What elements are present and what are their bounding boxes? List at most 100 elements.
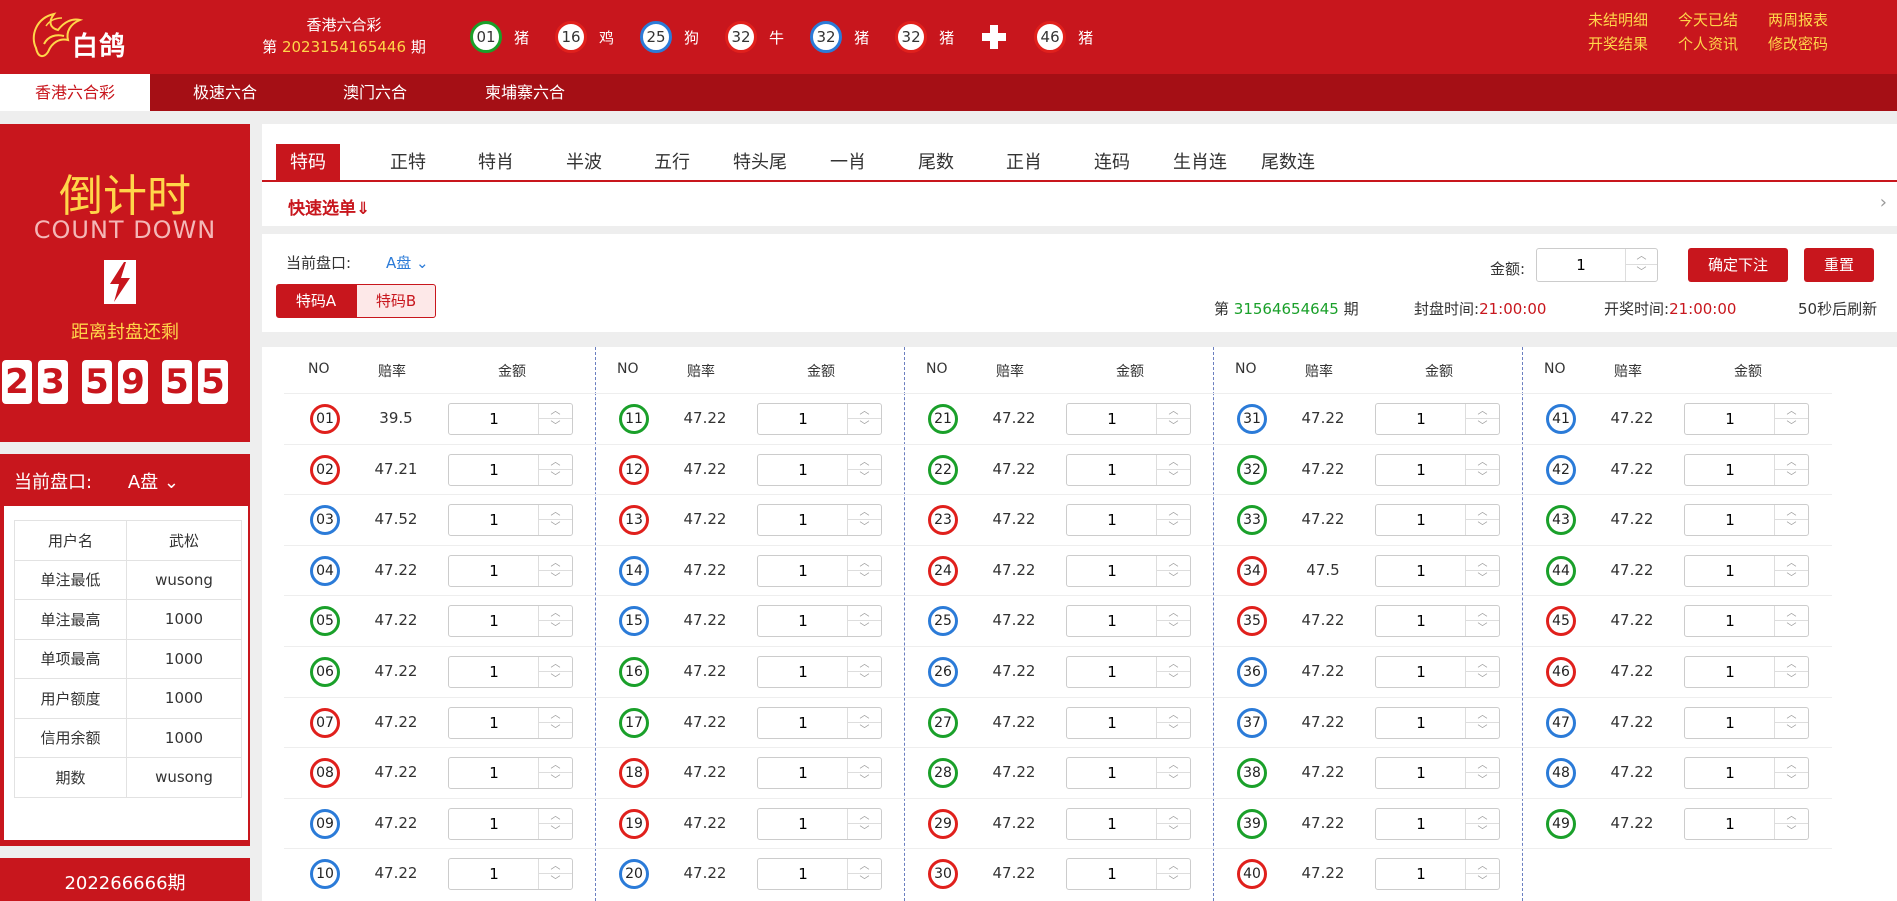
personal-info-link[interactable]: 个人资讯: [1678, 34, 1768, 54]
bet-amount-input[interactable]: [1067, 657, 1157, 687]
bet-amount-input[interactable]: [1376, 606, 1466, 637]
chevron-down-icon[interactable]: ﹀: [539, 874, 572, 889]
nav-speed-lottery[interactable]: 极速六合: [150, 74, 300, 111]
bet-amount-input[interactable]: [1067, 555, 1157, 586]
tab-bet-type[interactable]: 特肖: [452, 144, 540, 180]
chevron-up-icon[interactable]: ︿: [848, 455, 881, 470]
chevron-down-icon[interactable]: ﹀: [1157, 773, 1190, 788]
chevron-down-icon[interactable]: ﹀: [848, 723, 881, 738]
today-settled-link[interactable]: 今天已结: [1678, 10, 1768, 30]
tab-bet-type[interactable]: 正肖: [980, 144, 1068, 180]
chevron-down-icon[interactable]: ﹀: [1626, 265, 1657, 281]
chevron-down-icon[interactable]: ﹀: [539, 672, 572, 687]
chevron-down-icon[interactable]: ﹀: [1466, 824, 1499, 839]
nav-cambodia-lottery[interactable]: 柬埔寨六合: [450, 74, 600, 111]
bet-amount-input[interactable]: [758, 707, 848, 738]
chevron-down-icon[interactable]: ﹀: [539, 520, 572, 535]
draw-results-link[interactable]: 开奖结果: [1588, 34, 1678, 54]
chevron-up-icon[interactable]: ︿: [1157, 758, 1190, 774]
bet-amount-input[interactable]: [1376, 404, 1466, 434]
tab-bet-type[interactable]: 半波: [540, 144, 628, 180]
bet-amount-input[interactable]: [1376, 555, 1466, 586]
bet-amount-input[interactable]: [1685, 657, 1775, 687]
chevron-up-icon[interactable]: ︿: [1466, 859, 1499, 875]
bet-amount-input[interactable]: [1376, 707, 1466, 738]
chevron-down-icon[interactable]: ﹀: [848, 419, 881, 434]
bet-amount-input[interactable]: [758, 454, 848, 485]
current-plate-select[interactable]: A盘 ⌄: [386, 252, 429, 273]
tab-bet-type[interactable]: 五行: [628, 144, 716, 180]
chevron-down-icon[interactable]: ﹀: [1466, 520, 1499, 535]
bet-amount-input[interactable]: [449, 758, 539, 789]
bet-amount-input[interactable]: [758, 859, 848, 890]
chevron-up-icon[interactable]: ︿: [1157, 455, 1190, 470]
bet-amount-input[interactable]: [449, 707, 539, 738]
chevron-down-icon[interactable]: ﹀: [1775, 470, 1808, 485]
bet-amount-input[interactable]: [1685, 707, 1775, 738]
chevron-up-icon[interactable]: ︿: [848, 758, 881, 774]
bet-amount-input[interactable]: [758, 758, 848, 789]
chevron-up-icon[interactable]: ︿: [1775, 758, 1808, 774]
chevron-down-icon[interactable]: ﹀: [539, 470, 572, 485]
chevron-down-icon[interactable]: ﹀: [848, 621, 881, 636]
chevron-down-icon[interactable]: ﹀: [848, 824, 881, 839]
chevron-down-icon[interactable]: ﹀: [1775, 571, 1808, 586]
chevron-up-icon[interactable]: ︿: [1775, 657, 1808, 672]
bet-amount-input[interactable]: [1376, 808, 1466, 839]
chevron-up-icon[interactable]: ︿: [1775, 404, 1808, 419]
tab-bet-type[interactable]: 尾数连: [1244, 144, 1332, 180]
bet-amount-input[interactable]: [449, 505, 539, 536]
chevron-right-icon[interactable]: ›: [1880, 192, 1887, 213]
bet-amount-input[interactable]: [1685, 454, 1775, 485]
chevron-up-icon[interactable]: ︿: [1157, 606, 1190, 622]
chevron-down-icon[interactable]: ﹀: [1775, 520, 1808, 535]
chevron-up-icon[interactable]: ︿: [848, 859, 881, 875]
chevron-up-icon[interactable]: ︿: [1775, 505, 1808, 521]
chevron-up-icon[interactable]: ︿: [848, 809, 881, 824]
chevron-down-icon[interactable]: ﹀: [1157, 874, 1190, 889]
plate-b-button[interactable]: 特码B: [356, 284, 436, 318]
chevron-up-icon[interactable]: ︿: [1157, 809, 1190, 824]
chevron-up-icon[interactable]: ︿: [1466, 606, 1499, 622]
bet-amount-input[interactable]: [449, 808, 539, 839]
chevron-up-icon[interactable]: ︿: [1775, 606, 1808, 622]
bet-amount-input[interactable]: [1067, 454, 1157, 485]
chevron-down-icon[interactable]: ﹀: [539, 773, 572, 788]
chevron-up-icon[interactable]: ︿: [1775, 809, 1808, 824]
tab-bet-type[interactable]: 尾数: [892, 144, 980, 180]
chevron-down-icon[interactable]: ﹀: [848, 470, 881, 485]
chevron-down-icon[interactable]: ﹀: [1157, 621, 1190, 636]
chevron-up-icon[interactable]: ︿: [1466, 556, 1499, 571]
chevron-down-icon[interactable]: ﹀: [539, 621, 572, 636]
bet-amount-input[interactable]: [1376, 758, 1466, 789]
plate-a-button[interactable]: 特码A: [276, 284, 356, 318]
chevron-up-icon[interactable]: ︿: [539, 708, 572, 723]
chevron-up-icon[interactable]: ︿: [848, 556, 881, 571]
bet-amount-input[interactable]: [1376, 859, 1466, 890]
bet-amount-input[interactable]: [449, 555, 539, 586]
bet-amount-input[interactable]: [1685, 404, 1775, 434]
chevron-down-icon[interactable]: ﹀: [1775, 419, 1808, 434]
chevron-down-icon[interactable]: ﹀: [1466, 419, 1499, 434]
chevron-up-icon[interactable]: ︿: [1775, 556, 1808, 571]
chevron-down-icon[interactable]: ﹀: [1157, 520, 1190, 535]
bet-amount-input[interactable]: [449, 657, 539, 687]
chevron-up-icon[interactable]: ︿: [1466, 404, 1499, 419]
two-week-report-link[interactable]: 两周报表: [1768, 10, 1858, 30]
nav-macau-lottery[interactable]: 澳门六合: [300, 74, 450, 111]
chevron-down-icon[interactable]: ﹀: [1157, 723, 1190, 738]
chevron-up-icon[interactable]: ︿: [848, 404, 881, 419]
bet-amount-input[interactable]: [758, 606, 848, 637]
chevron-up-icon[interactable]: ︿: [539, 657, 572, 672]
chevron-up-icon[interactable]: ︿: [848, 657, 881, 672]
unsettled-link[interactable]: 未结明细: [1588, 10, 1678, 30]
chevron-up-icon[interactable]: ︿: [539, 455, 572, 470]
chevron-down-icon[interactable]: ﹀: [539, 824, 572, 839]
chevron-up-icon[interactable]: ︿: [1466, 758, 1499, 774]
chevron-up-icon[interactable]: ︿: [1157, 859, 1190, 875]
bet-amount-input[interactable]: [1685, 808, 1775, 839]
chevron-up-icon[interactable]: ︿: [539, 556, 572, 571]
amount-input[interactable]: [1537, 249, 1625, 281]
panel-plate-select[interactable]: A盘 ⌄: [128, 472, 179, 493]
bet-amount-input[interactable]: [1685, 606, 1775, 637]
